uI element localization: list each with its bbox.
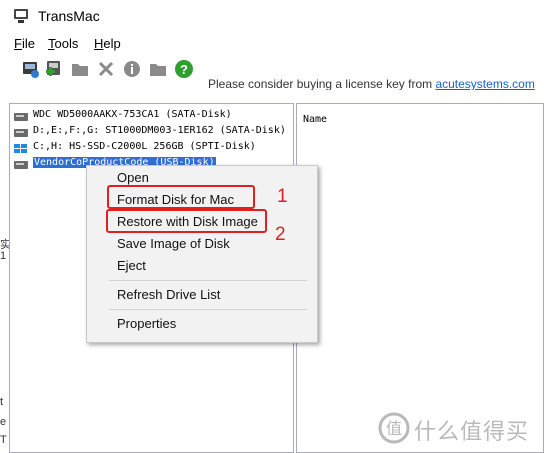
edge-char: T — [0, 434, 7, 446]
vendor-link[interactable]: acutesystems.com — [435, 77, 534, 90]
drive-label: D:,E:,F:,G: ST1000DM003-1ER162 (SATA-Dis… — [33, 125, 286, 136]
svg-text:值: 值 — [386, 419, 402, 438]
drive-item[interactable]: C:,H: HS-SSD-C2000L 256GB (SPTI-Disk) — [14, 140, 294, 156]
edge-char: 1 — [0, 250, 7, 262]
title-bar: TransMac — [0, 0, 544, 32]
callout-number-1: 1 — [277, 186, 288, 207]
callout-number-2: 2 — [275, 224, 286, 245]
menu-item-save-image[interactable]: Save Image of Disk — [117, 236, 230, 251]
menu-separator — [109, 309, 307, 310]
hard-disk-icon — [14, 129, 28, 137]
left-edge-fragment: 实 1 t e T — [0, 230, 11, 453]
disk-refresh-icon[interactable] — [21, 59, 41, 79]
file-list-panel: Name — [296, 103, 544, 453]
info-icon[interactable] — [122, 59, 142, 79]
banner-text: Please consider buying a license key fro… — [208, 77, 436, 90]
menu-bar: File Tools Help — [0, 34, 544, 54]
help-icon[interactable]: ? — [174, 59, 194, 79]
add-disk-icon[interactable] — [44, 59, 64, 79]
highlight-box-2 — [106, 209, 267, 233]
column-header-name[interactable]: Name — [303, 114, 327, 125]
transmac-app-icon — [14, 9, 28, 23]
folder-icon[interactable] — [70, 59, 90, 79]
delete-icon[interactable] — [96, 59, 116, 79]
menu-item-eject[interactable]: Eject — [117, 258, 146, 273]
menu-tools[interactable]: Tools — [48, 36, 78, 51]
svg-text:?: ? — [180, 62, 188, 77]
menu-file[interactable]: File — [14, 36, 35, 51]
usb-disk-icon — [14, 161, 28, 169]
watermark-text: 什么值得买 — [414, 419, 530, 444]
drive-item[interactable]: WDC WD5000AAKX-753CA1 (SATA-Disk) — [14, 108, 294, 124]
drive-label: C:,H: HS-SSD-C2000L 256GB (SPTI-Disk) — [33, 141, 256, 152]
window-title: TransMac — [38, 8, 100, 24]
folder-icon[interactable] — [148, 59, 168, 79]
watermark-logo-icon: 值 — [378, 412, 410, 444]
menu-separator — [109, 280, 307, 281]
watermark: 值 什么值得买 — [376, 410, 544, 446]
drive-label: WDC WD5000AAKX-753CA1 (SATA-Disk) — [33, 109, 232, 120]
edge-char: t — [0, 396, 4, 408]
windows-disk-icon — [14, 144, 27, 153]
hard-disk-icon — [14, 113, 28, 121]
menu-item-refresh[interactable]: Refresh Drive List — [117, 287, 220, 302]
license-banner: Please consider buying a license key fro… — [208, 68, 544, 90]
edge-char: e — [0, 416, 7, 428]
menu-help[interactable]: Help — [94, 36, 121, 51]
menu-item-properties[interactable]: Properties — [117, 316, 176, 331]
menu-item-open[interactable]: Open — [117, 170, 149, 185]
drive-item[interactable]: D:,E:,F:,G: ST1000DM003-1ER162 (SATA-Dis… — [14, 124, 294, 140]
highlight-box-1 — [107, 185, 255, 209]
